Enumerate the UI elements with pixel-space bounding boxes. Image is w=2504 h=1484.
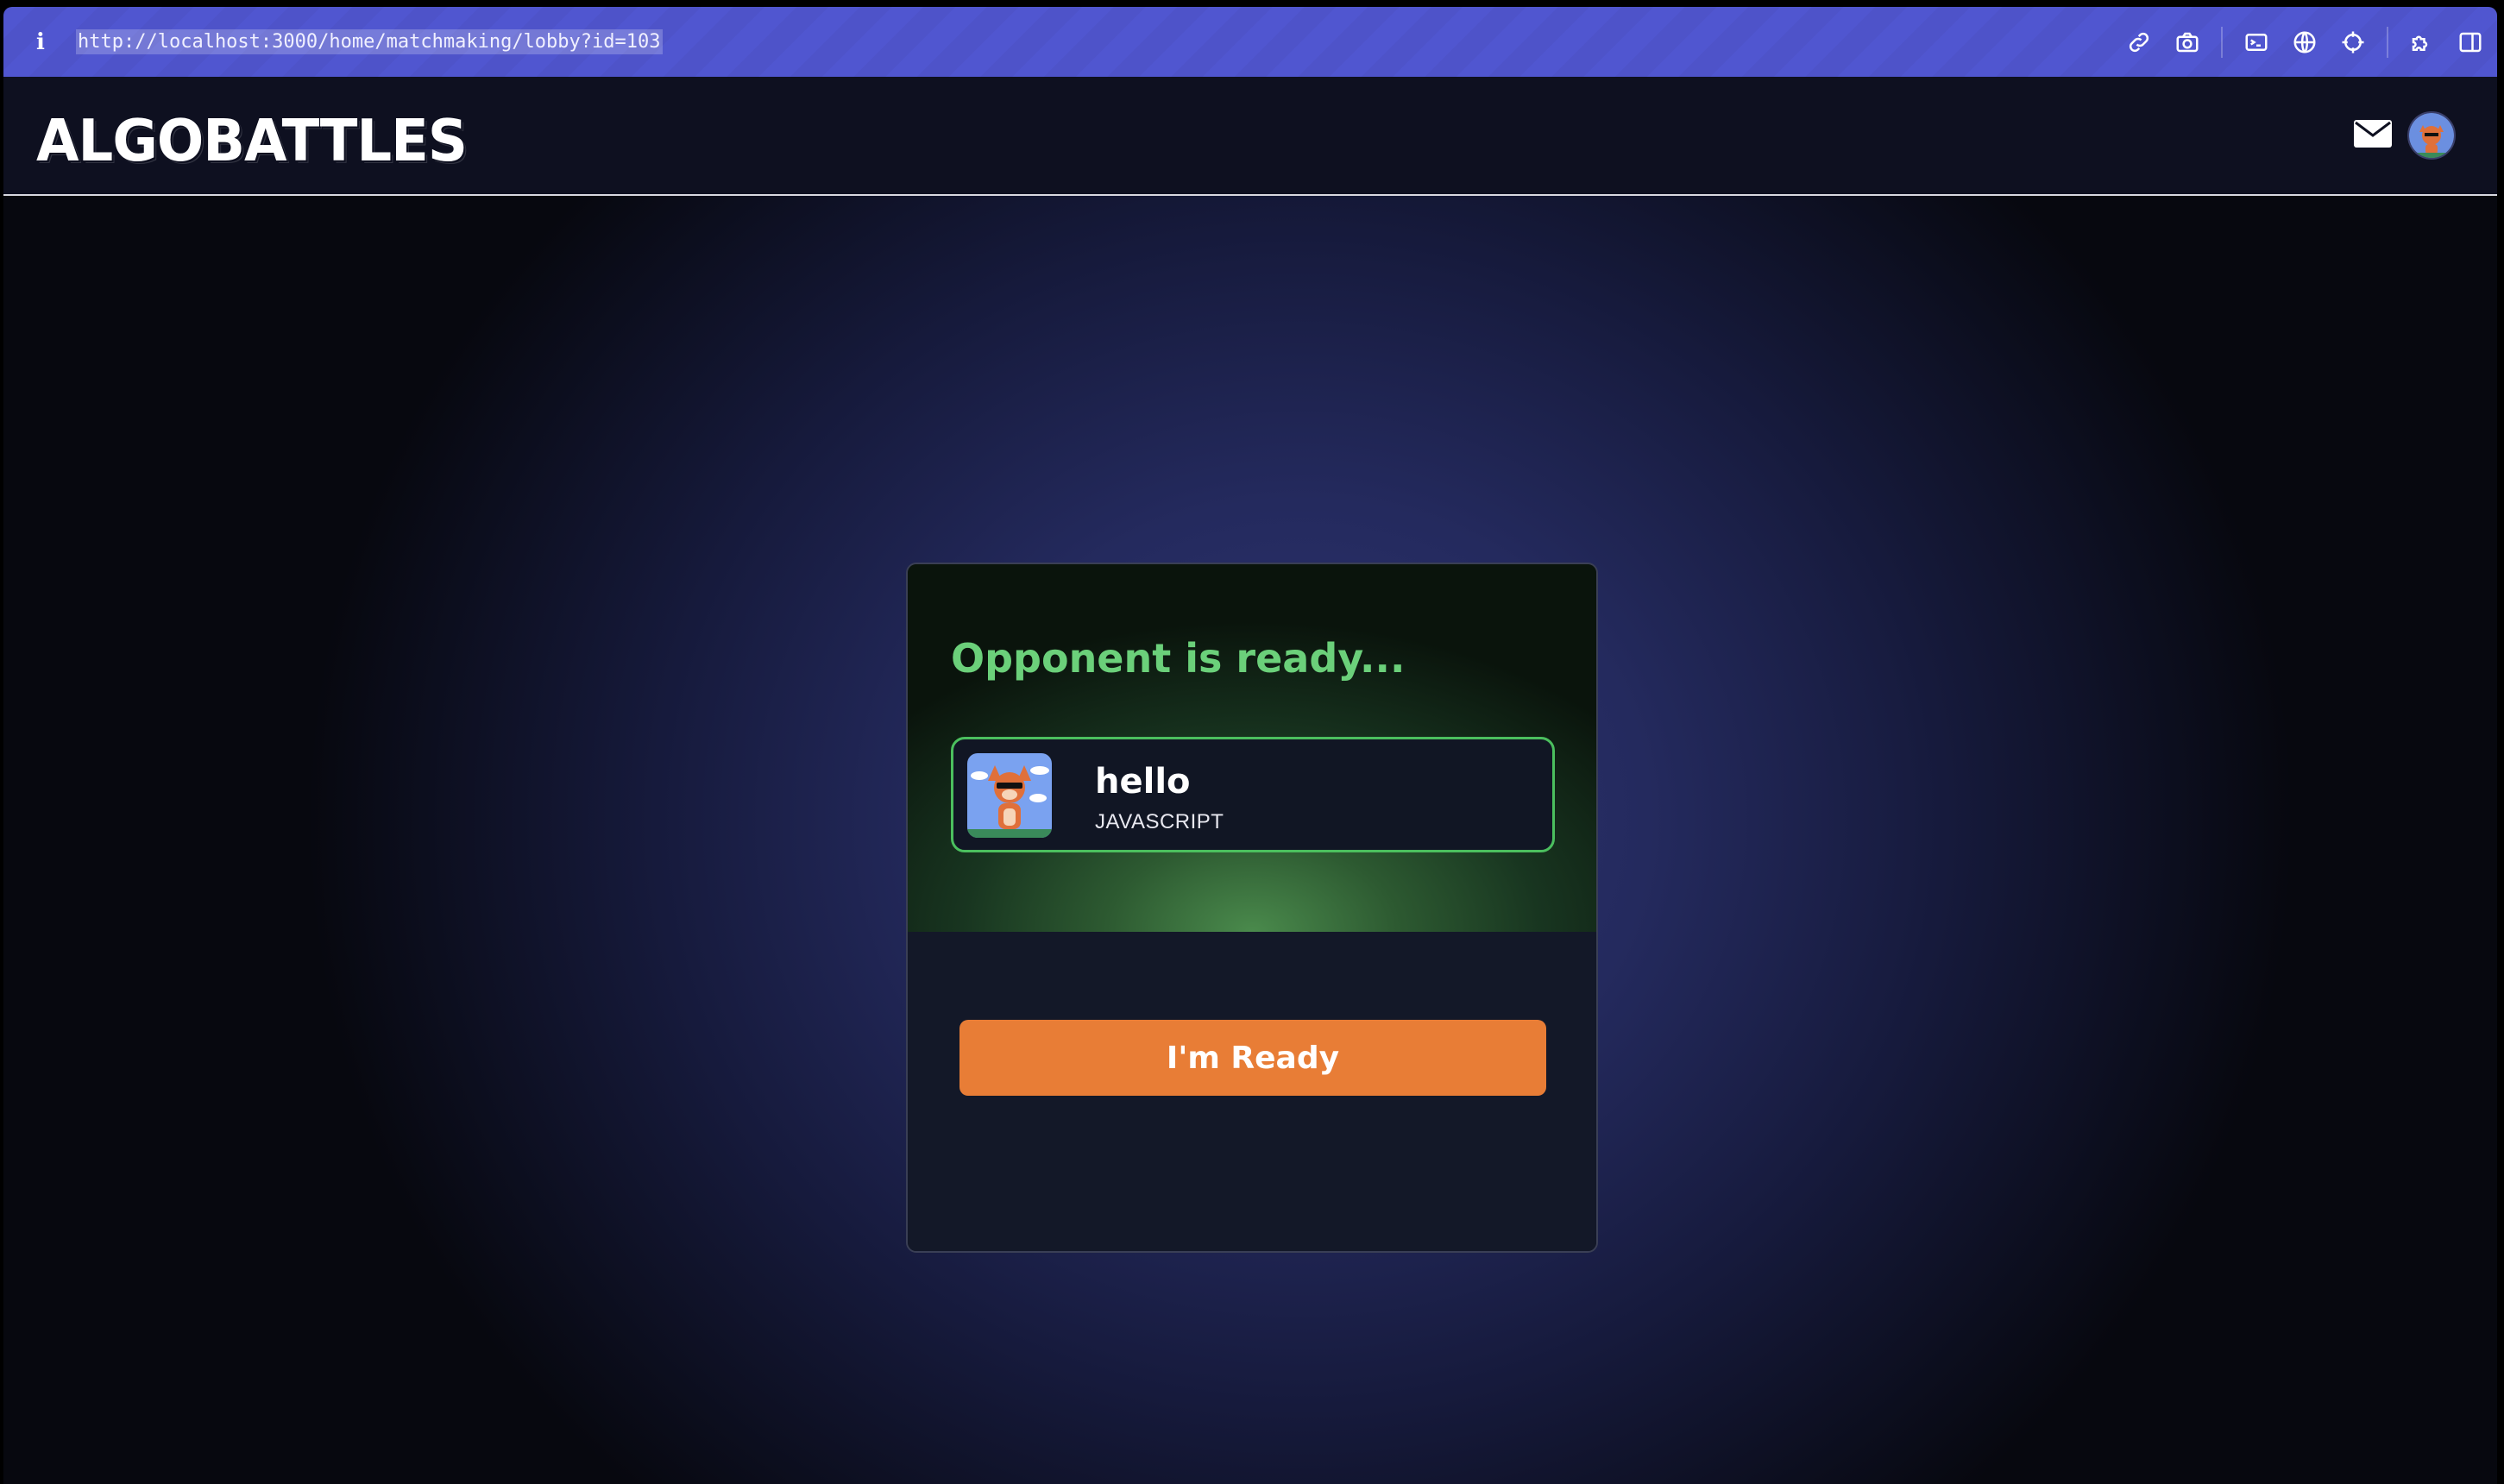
puzzle-icon[interactable] [2407, 28, 2437, 57]
crosshair-icon[interactable] [2338, 28, 2368, 57]
ready-button[interactable]: I'm Ready [959, 1020, 1546, 1096]
app-navbar: ALGOBATTLES [3, 77, 2497, 196]
terminal-icon[interactable] [2242, 28, 2271, 57]
lobby-card: Opponent is ready... hello JAVASCRIPT I'… [906, 563, 1598, 1253]
info-icon[interactable]: i [28, 29, 53, 55]
opponent-name: hello [1095, 762, 1191, 802]
address-bar: i http://localhost:3000/home/matchmaking… [3, 7, 2497, 77]
toolbar-divider [2221, 26, 2223, 58]
browser-toolbar [2124, 7, 2485, 77]
opponent-language: JAVASCRIPT [1095, 810, 1224, 833]
opponent-avatar [967, 753, 1052, 838]
app-logo[interactable]: ALGOBATTLES [36, 108, 468, 175]
globe-icon[interactable] [2290, 28, 2319, 57]
opponent-card: hello JAVASCRIPT [951, 737, 1555, 852]
camera-icon[interactable] [2173, 28, 2202, 57]
link-icon[interactable] [2124, 28, 2154, 57]
browser-window: i http://localhost:3000/home/matchmaking… [3, 7, 2497, 1484]
avatar[interactable] [2407, 111, 2456, 160]
opponent-panel: Opponent is ready... hello JAVASCRIPT [908, 564, 1596, 932]
sidebar-icon[interactable] [2456, 28, 2485, 57]
mail-icon[interactable] [2354, 120, 2392, 148]
url-field[interactable]: http://localhost:3000/home/matchmaking/l… [76, 29, 663, 54]
opponent-status: Opponent is ready... [951, 635, 1406, 682]
toolbar-divider [2387, 26, 2388, 58]
